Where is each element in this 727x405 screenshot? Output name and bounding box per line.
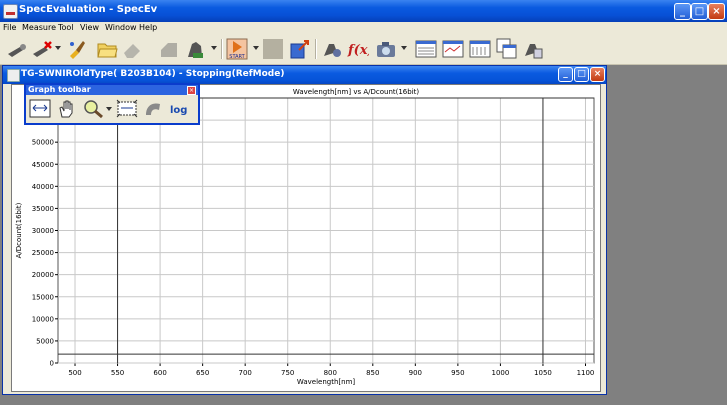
probe-red-icon[interactable] bbox=[31, 38, 53, 60]
view-1-icon[interactable] bbox=[415, 38, 437, 60]
x-tick-label: 800 bbox=[324, 369, 337, 377]
graph-toolbar-title-bar[interactable]: Graph toolbar × bbox=[26, 85, 198, 95]
view-4-icon[interactable] bbox=[496, 38, 518, 60]
save-icon[interactable] bbox=[522, 38, 544, 60]
child-close-button[interactable]: × bbox=[590, 67, 605, 82]
eraser-icon[interactable] bbox=[121, 38, 143, 60]
menu-tool[interactable]: Tool bbox=[58, 23, 74, 32]
log-icon[interactable]: log bbox=[169, 98, 191, 119]
settings-icon[interactable] bbox=[321, 38, 343, 60]
app-icon bbox=[3, 4, 18, 19]
x-tick-label: 600 bbox=[153, 369, 166, 377]
zoom-box-icon[interactable] bbox=[116, 98, 138, 119]
main-toolbar: START f(x) bbox=[0, 34, 727, 65]
svg-text:f(x): f(x) bbox=[347, 43, 369, 58]
plot-panel[interactable]: 500 550 600 650 700 750 800 850 900 950 1000 1050 11… bbox=[11, 84, 601, 392]
stop-block-icon[interactable] bbox=[262, 38, 284, 60]
dropdown-arrow-icon[interactable] bbox=[55, 46, 61, 50]
start-label: START bbox=[229, 54, 245, 60]
y-tick-label: 35000 bbox=[32, 205, 54, 213]
undo-icon[interactable] bbox=[142, 98, 164, 119]
child-minimize-button[interactable]: _ bbox=[558, 67, 573, 82]
menu-help[interactable]: Help bbox=[139, 23, 157, 32]
close-button[interactable]: × bbox=[708, 3, 725, 20]
child-maximize-button[interactable]: □ bbox=[574, 67, 589, 82]
log-label: log bbox=[170, 105, 187, 116]
y-axis-label: A/Dcount(16bit) bbox=[15, 202, 23, 258]
y-tick-label: 50000 bbox=[32, 139, 54, 147]
hand-slash-icon[interactable] bbox=[184, 38, 206, 60]
y-tick-label: 30000 bbox=[32, 227, 54, 235]
app-title-bar: SpecEvaluation - SpecEv _ □ × bbox=[0, 0, 727, 22]
view-3-icon[interactable] bbox=[469, 38, 491, 60]
probe-icon[interactable] bbox=[6, 38, 28, 60]
x-tick-label: 950 bbox=[451, 369, 464, 377]
x-tick-label: 1050 bbox=[534, 369, 552, 377]
fit-icon[interactable] bbox=[29, 98, 51, 119]
export-icon[interactable] bbox=[289, 38, 311, 60]
open-folder-icon[interactable] bbox=[96, 38, 118, 60]
pan-hand-icon[interactable] bbox=[56, 98, 78, 119]
chart-title: Wavelength[nm] vs A/Dcount(16bit) bbox=[293, 88, 420, 96]
toolbar-separator bbox=[315, 39, 317, 59]
app-title: SpecEvaluation - SpecEv bbox=[19, 4, 158, 15]
brush-icon[interactable] bbox=[66, 38, 88, 60]
menu-file[interactable]: File bbox=[3, 23, 16, 32]
camera-icon[interactable] bbox=[375, 38, 397, 60]
x-axis-label: Wavelength[nm] bbox=[297, 378, 356, 386]
maximize-button[interactable]: □ bbox=[691, 3, 708, 20]
dropdown-arrow-icon[interactable] bbox=[211, 46, 217, 50]
x-tick-label: 500 bbox=[68, 369, 81, 377]
toolbar-separator bbox=[221, 39, 223, 59]
y-tick-label: 15000 bbox=[32, 293, 54, 301]
spectrum-chart[interactable]: 500 550 600 650 700 750 800 850 900 950 1000 1050 11… bbox=[12, 85, 600, 391]
dropdown-arrow-icon[interactable] bbox=[253, 46, 259, 50]
graph-toolbar-title: Graph toolbar bbox=[28, 85, 91, 94]
function-icon[interactable]: f(x) bbox=[347, 38, 369, 60]
x-tick-label: 550 bbox=[111, 369, 124, 377]
start-icon[interactable]: START bbox=[226, 38, 248, 60]
menu-bar: File Measure Tool View Window Help bbox=[0, 22, 727, 34]
x-tick-label: 1100 bbox=[577, 369, 595, 377]
y-tick-label: 10000 bbox=[32, 315, 54, 323]
zoom-icon[interactable] bbox=[82, 98, 104, 119]
menu-measure[interactable]: Measure bbox=[22, 23, 56, 32]
x-tick-label: 750 bbox=[281, 369, 294, 377]
child-window-title: TG-SWNIROldType( B203B104) - Stopping(Re… bbox=[21, 69, 285, 79]
y-tick-label: 20000 bbox=[32, 271, 54, 279]
x-tick-label: 900 bbox=[409, 369, 422, 377]
y-tick-label: 40000 bbox=[32, 183, 54, 191]
x-tick-label: 850 bbox=[366, 369, 379, 377]
y-tick-label: 25000 bbox=[32, 249, 54, 257]
zoom-dropdown-arrow-icon[interactable] bbox=[106, 107, 112, 111]
menu-view[interactable]: View bbox=[80, 23, 99, 32]
child-title-bar: TG-SWNIROldType( B203B104) - Stopping(Re… bbox=[3, 66, 606, 84]
y-tick-label: 45000 bbox=[32, 161, 54, 169]
grey-block-icon[interactable] bbox=[158, 38, 180, 60]
graph-toolbar[interactable]: Graph toolbar × log bbox=[24, 83, 200, 125]
child-window-icon bbox=[7, 69, 20, 82]
menu-window[interactable]: Window bbox=[105, 23, 137, 32]
y-tick-label: 0 bbox=[50, 360, 54, 368]
y-tick-label: 5000 bbox=[36, 337, 54, 345]
graph-toolbar-close-button[interactable]: × bbox=[187, 86, 196, 95]
x-tick-label: 1000 bbox=[491, 369, 509, 377]
view-2-icon[interactable] bbox=[442, 38, 464, 60]
x-tick-label: 650 bbox=[196, 369, 209, 377]
minimize-button[interactable]: _ bbox=[674, 3, 691, 20]
dropdown-arrow-icon[interactable] bbox=[401, 46, 407, 50]
x-tick-label: 700 bbox=[238, 369, 251, 377]
